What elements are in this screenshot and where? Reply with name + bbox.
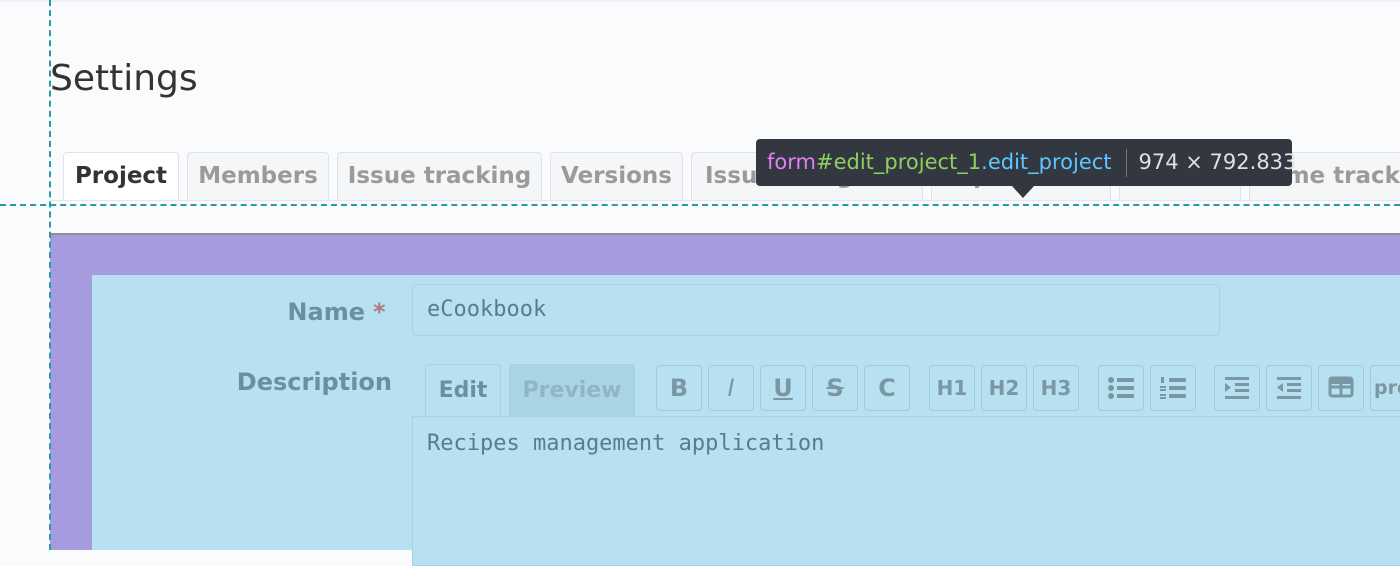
code-icon: C bbox=[878, 374, 896, 402]
tab-issue-tracking[interactable]: Issue tracking bbox=[337, 152, 542, 200]
table-button[interactable] bbox=[1318, 365, 1364, 411]
inspector-tooltip: form#edit_project_1.edit_project 974 × 79… bbox=[756, 139, 1296, 198]
tab-members[interactable]: Members bbox=[187, 152, 329, 200]
required-mark: * bbox=[373, 298, 386, 326]
indent-icon bbox=[1225, 377, 1249, 399]
strike-button[interactable]: S bbox=[812, 365, 858, 411]
name-label: Name bbox=[230, 298, 365, 326]
inspector-id: #edit_project_1 bbox=[815, 150, 982, 174]
description-label: Description bbox=[236, 368, 392, 396]
inspector-vertical-guide bbox=[49, 0, 51, 550]
preformatted-button[interactable]: pre bbox=[1370, 365, 1400, 411]
ordered-list-icon bbox=[1160, 377, 1186, 399]
inspector-horizontal-guide bbox=[0, 204, 1400, 206]
description-textarea[interactable]: Recipes management application bbox=[412, 416, 1400, 566]
name-input-value: eCookbook bbox=[427, 297, 547, 322]
name-label-text: Name bbox=[287, 298, 365, 326]
inspector-tag: form bbox=[767, 150, 816, 174]
italic-button[interactable]: I bbox=[708, 365, 754, 411]
tab-edit[interactable]: Edit bbox=[425, 364, 501, 416]
strike-icon: S bbox=[826, 374, 844, 402]
indent-button[interactable] bbox=[1214, 365, 1260, 411]
unordered-list-button[interactable] bbox=[1098, 365, 1144, 411]
tab-preview[interactable]: Preview bbox=[509, 364, 635, 416]
tab-project[interactable]: Project bbox=[63, 152, 179, 200]
h1-icon: H1 bbox=[936, 376, 968, 400]
bold-icon: B bbox=[669, 374, 689, 402]
underline-button[interactable]: U bbox=[760, 365, 806, 411]
h2-button[interactable]: H2 bbox=[981, 365, 1027, 411]
h3-icon: H3 bbox=[1040, 376, 1072, 400]
table-icon bbox=[1328, 376, 1354, 398]
outdent-icon bbox=[1277, 377, 1301, 399]
pre-icon: pre bbox=[1374, 377, 1400, 399]
inspector-dimensions: 974 × 792.833 bbox=[1138, 150, 1297, 174]
underline-icon: U bbox=[773, 374, 793, 402]
name-input[interactable]: eCookbook bbox=[412, 284, 1220, 336]
italic-icon: I bbox=[727, 374, 735, 402]
code-button[interactable]: C bbox=[864, 365, 910, 411]
tabs-divider bbox=[50, 200, 1400, 201]
inspector-separator bbox=[1125, 149, 1127, 177]
inspector-class: .edit_project bbox=[981, 150, 1112, 174]
unordered-list-icon bbox=[1108, 377, 1134, 399]
outdent-button[interactable] bbox=[1266, 365, 1312, 411]
bold-button[interactable]: B bbox=[656, 365, 702, 411]
tab-versions[interactable]: Versions bbox=[550, 152, 683, 200]
h2-icon: H2 bbox=[988, 376, 1020, 400]
ordered-list-button[interactable] bbox=[1150, 365, 1196, 411]
h3-button[interactable]: H3 bbox=[1033, 365, 1079, 411]
description-value: Recipes management application bbox=[427, 431, 825, 456]
h1-button[interactable]: H1 bbox=[929, 365, 975, 411]
